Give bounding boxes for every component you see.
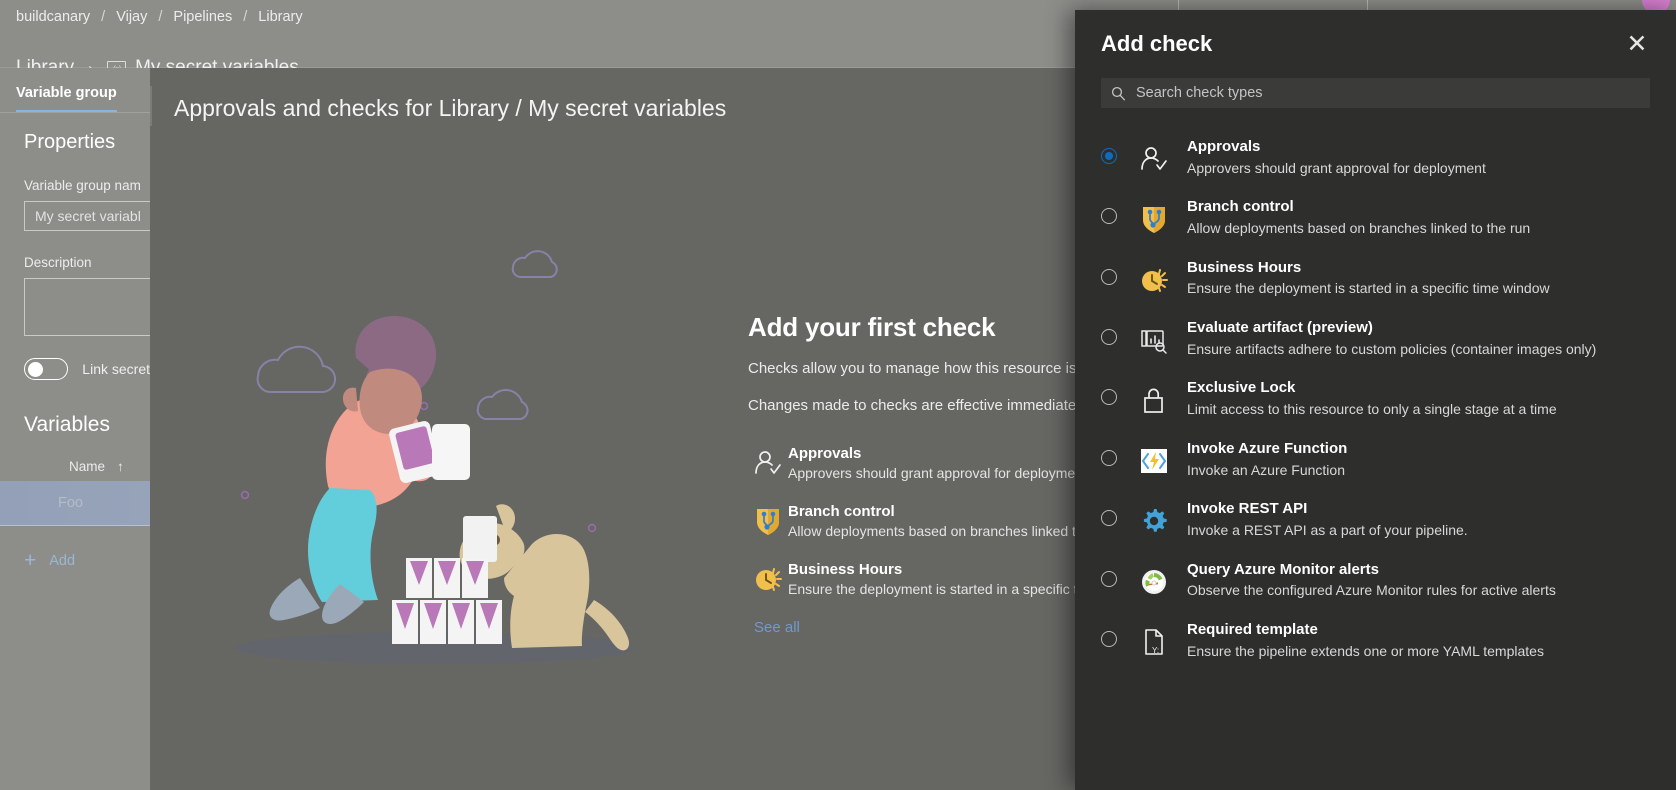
- check-option-exclusive-lock[interactable]: Exclusive Lock Limit access to this reso…: [1101, 369, 1650, 429]
- variables-heading: Variables: [24, 413, 110, 436]
- approvals-icon: [748, 445, 788, 478]
- radio-exclusive-lock[interactable]: [1101, 389, 1117, 406]
- list-item-title: Business Hours: [788, 560, 903, 578]
- business-hours-icon: [1137, 263, 1171, 297]
- check-option-query-azure-monitor-alerts[interactable]: Query Azure Monitor alerts Observe the c…: [1101, 551, 1650, 611]
- sort-ascending-icon: ↑: [117, 459, 124, 474]
- check-name: Exclusive Lock: [1187, 379, 1296, 397]
- add-check-panel: Add check ✕ Search check types Approvals…: [1075, 10, 1676, 790]
- divider: [150, 86, 152, 126]
- check-option-evaluate-artifact[interactable]: Evaluate artifact (preview) Ensure artif…: [1101, 309, 1650, 369]
- radio-approvals[interactable]: [1101, 148, 1117, 164]
- check-name: Branch control: [1187, 198, 1294, 216]
- breadcrumb-separator: /: [101, 8, 106, 25]
- panel-header: Add check ✕: [1075, 10, 1676, 78]
- radio-invoke-azure-function[interactable]: [1101, 449, 1117, 466]
- link-secrets-label: Link secret: [82, 361, 150, 377]
- check-description: Observe the configured Azure Monitor rul…: [1187, 582, 1556, 599]
- azure-monitor-icon: [1137, 565, 1171, 599]
- check-name: Invoke REST API: [1187, 500, 1308, 518]
- breadcrumb-org[interactable]: buildcanary: [16, 9, 90, 25]
- breadcrumb-pipelines[interactable]: Pipelines: [173, 9, 232, 25]
- toggle-knob: [28, 361, 43, 377]
- tab-variable-group[interactable]: Variable group: [16, 85, 117, 112]
- branch-control-icon: [748, 503, 788, 536]
- evaluate-artifact-icon: [1137, 323, 1171, 357]
- approvals-icon: [1137, 142, 1171, 176]
- add-variable-button[interactable]: + Add: [24, 550, 150, 571]
- check-option-approvals[interactable]: Approvals Approvers should grant approva…: [1101, 128, 1650, 188]
- list-item-title: Branch control: [788, 502, 895, 520]
- azure-function-icon: [1137, 444, 1171, 478]
- list-item-title: Approvals: [788, 444, 862, 462]
- check-description: Invoke an Azure Function: [1187, 461, 1345, 478]
- description-label: Description: [24, 255, 92, 270]
- radio-query-azure-monitor-alerts[interactable]: [1101, 570, 1117, 587]
- check-name: Invoke Azure Function: [1187, 439, 1348, 457]
- branch-control-icon: [1137, 202, 1171, 236]
- panel-title: Add check: [1101, 31, 1213, 56]
- check-description: Allow deployments based on branches link…: [1187, 220, 1531, 237]
- check-option-invoke-azure-function[interactable]: Invoke Azure Function Invoke an Azure Fu…: [1101, 430, 1650, 490]
- empty-state-illustration: [180, 248, 690, 668]
- plus-icon: +: [24, 549, 37, 572]
- check-name: Business Hours: [1187, 258, 1302, 276]
- check-option-required-template[interactable]: Y: Required template Ensure the pipeline…: [1101, 611, 1650, 671]
- column-header-name: Name: [69, 459, 106, 474]
- checks-page-title: Approvals and checks for Library / My se…: [174, 95, 727, 121]
- properties-heading: Properties: [24, 131, 116, 153]
- exclusive-lock-icon: [1137, 383, 1171, 417]
- check-description: Ensure the pipeline extends one or more …: [1187, 642, 1544, 659]
- svg-text:Y:: Y:: [1152, 646, 1159, 655]
- variable-group-pane: Variable group Properties Variable group…: [0, 68, 254, 790]
- check-description: Invoke a REST API as a part of your pipe…: [1187, 521, 1468, 538]
- check-description: Approvers should grant approval for depl…: [1187, 159, 1486, 176]
- business-hours-icon: [748, 561, 788, 594]
- radio-required-template[interactable]: [1101, 630, 1117, 647]
- list-item-desc: Approvers should grant approval for depl…: [788, 464, 1087, 481]
- check-option-business-hours[interactable]: Business Hours Ensure the deployment is …: [1101, 249, 1650, 309]
- check-description: Ensure artifacts adhere to custom polici…: [1187, 340, 1597, 357]
- check-name: Evaluate artifact (preview): [1187, 319, 1373, 337]
- list-item-desc: Ensure the deployment is started in a sp…: [788, 580, 1093, 597]
- link-secrets-toggle[interactable]: [24, 358, 69, 380]
- required-template-icon: Y:: [1137, 625, 1171, 659]
- list-item-desc: Allow deployments based on branches link…: [788, 522, 1092, 539]
- breadcrumb-project[interactable]: Vijay: [116, 9, 147, 25]
- radio-branch-control[interactable]: [1101, 208, 1117, 225]
- check-name: Query Azure Monitor alerts: [1187, 560, 1379, 578]
- check-name: Required template: [1187, 620, 1318, 638]
- breadcrumb-library[interactable]: Library: [258, 9, 302, 25]
- breadcrumb-separator: /: [158, 8, 163, 25]
- variable-name-cell: Foo: [58, 495, 83, 511]
- variable-group-name-label: Variable group nam: [24, 178, 141, 193]
- check-description: Ensure the deployment is started in a sp…: [1187, 280, 1550, 297]
- variables-column-header[interactable]: Name ↑: [24, 459, 150, 474]
- search-icon: [1111, 86, 1126, 100]
- check-description: Limit access to this resource to only a …: [1187, 401, 1557, 418]
- check-name: Approvals: [1187, 138, 1261, 155]
- rest-api-gear-icon: [1137, 504, 1171, 538]
- link-secrets-toggle-row[interactable]: Link secret: [24, 358, 150, 380]
- radio-invoke-rest-api[interactable]: [1101, 510, 1117, 527]
- check-option-branch-control[interactable]: Branch control Allow deployments based o…: [1101, 188, 1650, 248]
- check-option-invoke-rest-api[interactable]: Invoke REST API Invoke a REST API as a p…: [1101, 490, 1650, 550]
- search-input[interactable]: Search check types: [1101, 78, 1650, 108]
- close-icon[interactable]: ✕: [1622, 29, 1652, 59]
- tabstrip: Variable group: [0, 68, 150, 113]
- radio-business-hours[interactable]: [1101, 268, 1117, 285]
- radio-evaluate-artifact[interactable]: [1101, 329, 1117, 346]
- breadcrumb-separator: /: [243, 8, 248, 25]
- search-container: Search check types: [1075, 78, 1676, 108]
- check-type-list: Approvals Approvers should grant approva…: [1075, 128, 1676, 671]
- search-placeholder: Search check types: [1136, 85, 1263, 101]
- add-label: Add: [49, 552, 76, 569]
